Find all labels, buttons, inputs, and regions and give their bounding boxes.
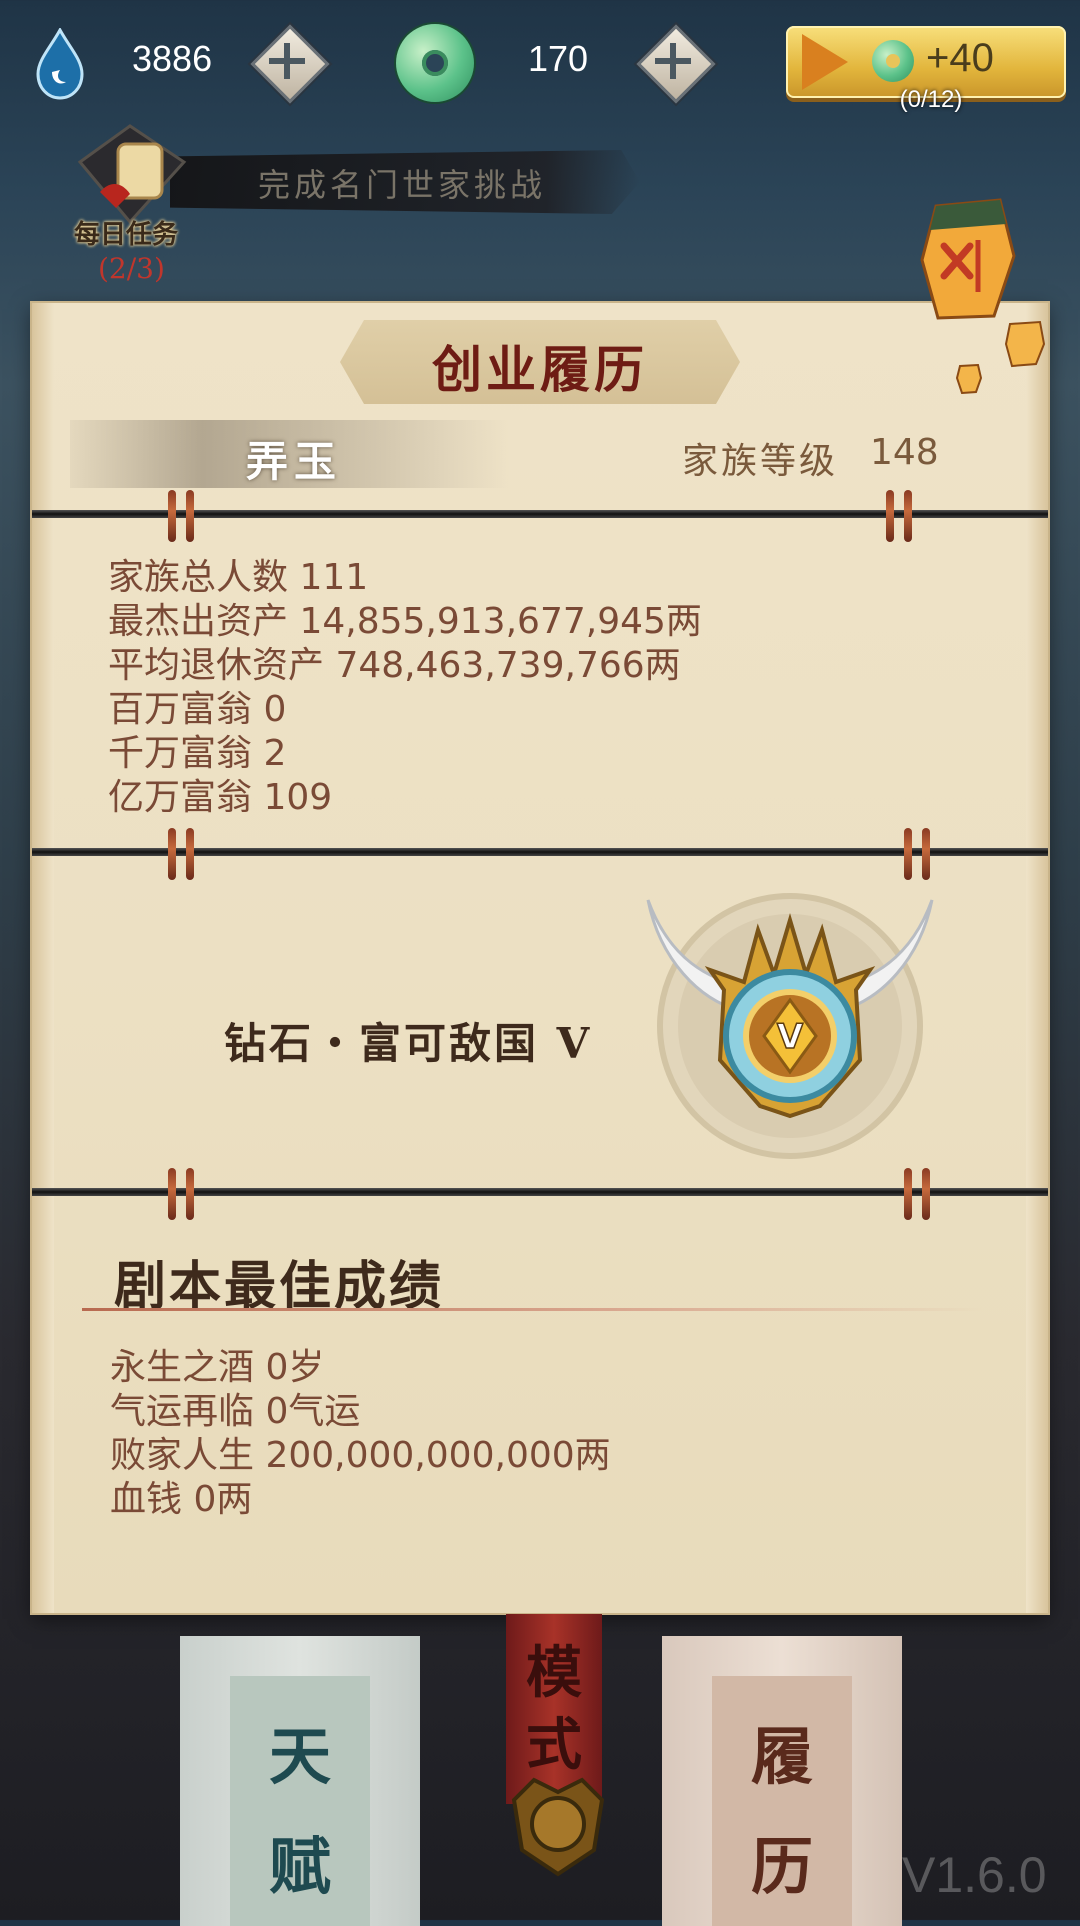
best-prodigal-life: 败家人生 200,000,000,000两: [110, 1435, 611, 1476]
best-eternal-wine: 永生之酒 0岁: [110, 1347, 325, 1388]
rod-clip: [168, 490, 194, 542]
history-tab-button[interactable]: 履 历: [662, 1636, 902, 1926]
rod-clip: [168, 828, 194, 880]
add-drops-button[interactable]: [250, 24, 330, 104]
play-icon: [802, 34, 848, 90]
add-jade-button[interactable]: [636, 24, 716, 104]
svg-text:V: V: [777, 1017, 804, 1057]
talent-tab-char-1: 天: [268, 1720, 331, 1793]
best-fortune-return: 气运再临 0气运: [110, 1391, 361, 1432]
daily-task-text: 完成名门世家挑战: [258, 166, 547, 204]
talent-tab-button[interactable]: 天 赋: [180, 1636, 420, 1926]
history-tab-char-2: 历: [750, 1830, 813, 1903]
jade-coin-icon: [396, 24, 474, 102]
rod-clip: [168, 1168, 194, 1220]
daily-task-label: 每日任务: [74, 220, 179, 250]
stat-avg-retire-asset: 平均退休资产 748,463,739,766两: [108, 645, 681, 686]
drop-count: 3886: [132, 38, 213, 79]
spirit-drop-icon: [36, 28, 84, 100]
family-level-label: 家族等级: [682, 441, 839, 482]
stat-top-asset: 最杰出资产 14,855,913,677,945两: [108, 601, 702, 642]
close-lantern-icon[interactable]: [914, 196, 1022, 324]
mode-char-2: 式: [526, 1712, 582, 1778]
resource-bar: 3886 170 +40 (0/12): [0, 0, 1080, 130]
jade-coin-icon: [872, 40, 914, 82]
diamond-rank-badge-icon: V: [646, 893, 934, 1159]
stat-ten-millionaires: 千万富翁 2: [108, 733, 287, 774]
panel-title: 创业履历: [432, 340, 648, 399]
section-divider: [82, 1308, 982, 1311]
best-blood-money: 血钱 0两: [110, 1479, 253, 1520]
history-tab-char-1: 履: [750, 1720, 813, 1793]
version-label: V1.6.0: [902, 1847, 1047, 1903]
family-level-value: 148: [870, 432, 939, 473]
lantern-icon: [1004, 320, 1046, 368]
talent-tab-char-2: 赋: [268, 1830, 331, 1903]
ad-watch-count: (0/12): [899, 86, 963, 113]
best-results-list: 永生之酒 0岁 气运再临 0气运 败家人生 200,000,000,000两 血…: [110, 1346, 611, 1522]
stat-billionaires: 亿万富翁 109: [108, 777, 333, 818]
player-name: 弄玉: [246, 437, 343, 486]
rod-clip: [886, 490, 912, 542]
ad-reward-amount: +40: [926, 36, 994, 80]
rank-title: 钻石・富可敌国 V: [224, 1019, 593, 1068]
family-stats: 家族总人数 111 最杰出资产 14,855,913,677,945两 平均退休…: [108, 556, 702, 820]
mode-char-1: 模: [526, 1640, 582, 1706]
rod-clip: [904, 828, 930, 880]
rod-clip: [904, 1168, 930, 1220]
stat-family-total: 家族总人数 111: [108, 557, 369, 598]
daily-task-progress: (2/3): [98, 252, 165, 285]
jade-count: 170: [528, 38, 589, 79]
mode-emblem-icon: [511, 1777, 605, 1877]
stat-millionaires: 百万富翁 0: [108, 689, 287, 730]
lantern-icon: [956, 364, 982, 394]
